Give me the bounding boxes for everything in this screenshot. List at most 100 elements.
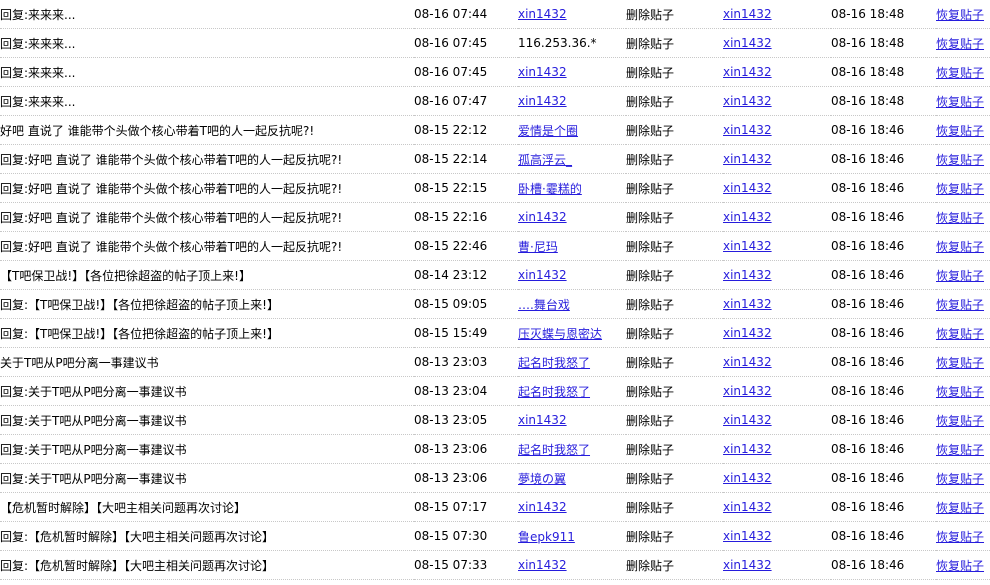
operation-type: 删除贴子 xyxy=(626,239,675,254)
post-author-link[interactable]: 卧槽·霎糕的 xyxy=(518,182,582,196)
operator-link[interactable]: xin1432 xyxy=(723,500,772,514)
restore-post-link[interactable]: 恢复贴子 xyxy=(936,385,984,399)
operator-link[interactable]: xin1432 xyxy=(723,65,772,79)
operation-time: 08-16 18:46 xyxy=(831,442,905,456)
restore-post-link[interactable]: 恢复贴子 xyxy=(936,211,984,225)
post-title: 回复:好吧 直说了 谁能带个头做个核心带着T吧的人一起反抗呢?! xyxy=(0,181,343,196)
operator-link[interactable]: xin1432 xyxy=(723,384,772,398)
operator-link[interactable]: xin1432 xyxy=(723,558,772,572)
operation-time: 08-16 18:46 xyxy=(831,152,905,166)
restore-post-link[interactable]: 恢复贴子 xyxy=(936,66,984,80)
post-author-cell: 孤高浮云_ xyxy=(518,144,626,174)
operation-time-cell: 08-16 18:46 xyxy=(831,231,936,261)
post-author-cell: 曹·尼玛 xyxy=(518,231,626,261)
restore-cell: 恢复贴子 xyxy=(936,318,990,348)
post-time: 08-15 22:12 xyxy=(414,123,488,137)
post-author-link[interactable]: 起名时我怒了 xyxy=(518,356,590,370)
restore-cell: 恢复贴子 xyxy=(936,86,990,116)
post-time: 08-16 07:45 xyxy=(414,36,488,50)
operation-type: 删除贴子 xyxy=(626,558,675,573)
post-author-link[interactable]: xin1432 xyxy=(518,7,567,21)
post-author-link[interactable]: 起名时我怒了 xyxy=(518,385,590,399)
post-author-link[interactable]: 鲁epk911 xyxy=(518,530,575,544)
operator-link[interactable]: xin1432 xyxy=(723,268,772,282)
operation-cell: 删除贴子 xyxy=(626,0,723,29)
operation-type: 删除贴子 xyxy=(626,94,675,109)
operator-link[interactable]: xin1432 xyxy=(723,94,772,108)
restore-post-link[interactable]: 恢复贴子 xyxy=(936,559,984,573)
operator-link[interactable]: xin1432 xyxy=(723,36,772,50)
operator-link[interactable]: xin1432 xyxy=(723,529,772,543)
operation-time-cell: 08-16 18:46 xyxy=(831,376,936,406)
operator-link[interactable]: xin1432 xyxy=(723,297,772,311)
post-time: 08-13 23:06 xyxy=(414,471,488,485)
restore-post-link[interactable]: 恢复贴子 xyxy=(936,269,984,283)
operator-cell: xin1432 xyxy=(723,86,831,116)
post-author-link[interactable]: xin1432 xyxy=(518,558,567,572)
operator-link[interactable]: xin1432 xyxy=(723,181,772,195)
operator-link[interactable]: xin1432 xyxy=(723,442,772,456)
post-time-cell: 08-16 07:45 xyxy=(414,28,518,58)
post-author-link[interactable]: xin1432 xyxy=(518,94,567,108)
restore-post-link[interactable]: 恢复贴子 xyxy=(936,153,984,167)
post-author-link[interactable]: 压灭蝶与恩密达 xyxy=(518,327,602,341)
operator-link[interactable]: xin1432 xyxy=(723,7,772,21)
post-time: 08-16 07:47 xyxy=(414,94,488,108)
post-author-cell: 起名时我怒了 xyxy=(518,376,626,406)
operation-time-cell: 08-16 18:46 xyxy=(831,434,936,464)
post-author-cell: 压灭蝶与恩密达 xyxy=(518,318,626,348)
restore-post-link[interactable]: 恢复贴子 xyxy=(936,95,984,109)
post-author-link[interactable]: 爱情是个圈 xyxy=(518,124,578,138)
post-author-cell: 鲁epk911 xyxy=(518,521,626,551)
post-title: 回复:来来来... xyxy=(0,94,76,109)
operation-cell: 删除贴子 xyxy=(626,173,723,203)
restore-cell: 恢复贴子 xyxy=(936,202,990,232)
post-author-link[interactable]: 夢境の翼 xyxy=(518,472,566,486)
post-author-link[interactable]: xin1432 xyxy=(518,210,567,224)
operator-link[interactable]: xin1432 xyxy=(723,355,772,369)
restore-post-link[interactable]: 恢复贴子 xyxy=(936,356,984,370)
restore-post-link[interactable]: 恢复贴子 xyxy=(936,414,984,428)
post-author-link[interactable]: xin1432 xyxy=(518,413,567,427)
restore-post-link[interactable]: 恢复贴子 xyxy=(936,124,984,138)
operator-link[interactable]: xin1432 xyxy=(723,210,772,224)
post-time-cell: 08-13 23:06 xyxy=(414,434,518,464)
restore-post-link[interactable]: 恢复贴子 xyxy=(936,501,984,515)
post-author-link[interactable]: ….舞台戏 xyxy=(518,298,570,312)
operation-type: 删除贴子 xyxy=(626,181,675,196)
operator-link[interactable]: xin1432 xyxy=(723,413,772,427)
restore-post-link[interactable]: 恢复贴子 xyxy=(936,8,984,22)
post-author-link[interactable]: xin1432 xyxy=(518,500,567,514)
operation-time: 08-16 18:46 xyxy=(831,123,905,137)
post-title: 【危机暂时解除】【大吧主相关问题再次讨论】 xyxy=(0,500,247,515)
post-title-cell: 回复:关于T吧从P吧分离一事建议书 xyxy=(0,376,414,406)
restore-post-link[interactable]: 恢复贴子 xyxy=(936,443,984,457)
operation-time: 08-16 18:46 xyxy=(831,210,905,224)
post-author-link[interactable]: 孤高浮云_ xyxy=(518,153,572,167)
restore-post-link[interactable]: 恢复贴子 xyxy=(936,240,984,254)
operator-link[interactable]: xin1432 xyxy=(723,239,772,253)
restore-post-link[interactable]: 恢复贴子 xyxy=(936,472,984,486)
post-author-link[interactable]: xin1432 xyxy=(518,65,567,79)
restore-cell: 恢复贴子 xyxy=(936,144,990,174)
restore-post-link[interactable]: 恢复贴子 xyxy=(936,182,984,196)
post-author-link[interactable]: 曹·尼玛 xyxy=(518,240,558,254)
operator-link[interactable]: xin1432 xyxy=(723,471,772,485)
restore-post-link[interactable]: 恢复贴子 xyxy=(936,37,984,51)
operator-link[interactable]: xin1432 xyxy=(723,123,772,137)
restore-cell: 恢复贴子 xyxy=(936,434,990,464)
operation-type: 删除贴子 xyxy=(626,36,675,51)
post-author-link[interactable]: 起名时我怒了 xyxy=(518,443,590,457)
operation-time-cell: 08-16 18:46 xyxy=(831,260,936,290)
post-title: 回复:关于T吧从P吧分离一事建议书 xyxy=(0,384,187,399)
operator-link[interactable]: xin1432 xyxy=(723,152,772,166)
operator-link[interactable]: xin1432 xyxy=(723,326,772,340)
restore-post-link[interactable]: 恢复贴子 xyxy=(936,298,984,312)
operation-cell: 删除贴子 xyxy=(626,260,723,290)
restore-post-link[interactable]: 恢复贴子 xyxy=(936,530,984,544)
table-row: 回复:【危机暂时解除】【大吧主相关问题再次讨论】 08-15 07:33 xin14… xyxy=(0,550,990,580)
restore-post-link[interactable]: 恢复贴子 xyxy=(936,327,984,341)
post-author-link[interactable]: xin1432 xyxy=(518,268,567,282)
post-author-cell: ….舞台戏 xyxy=(518,289,626,319)
restore-cell: 恢复贴子 xyxy=(936,57,990,87)
